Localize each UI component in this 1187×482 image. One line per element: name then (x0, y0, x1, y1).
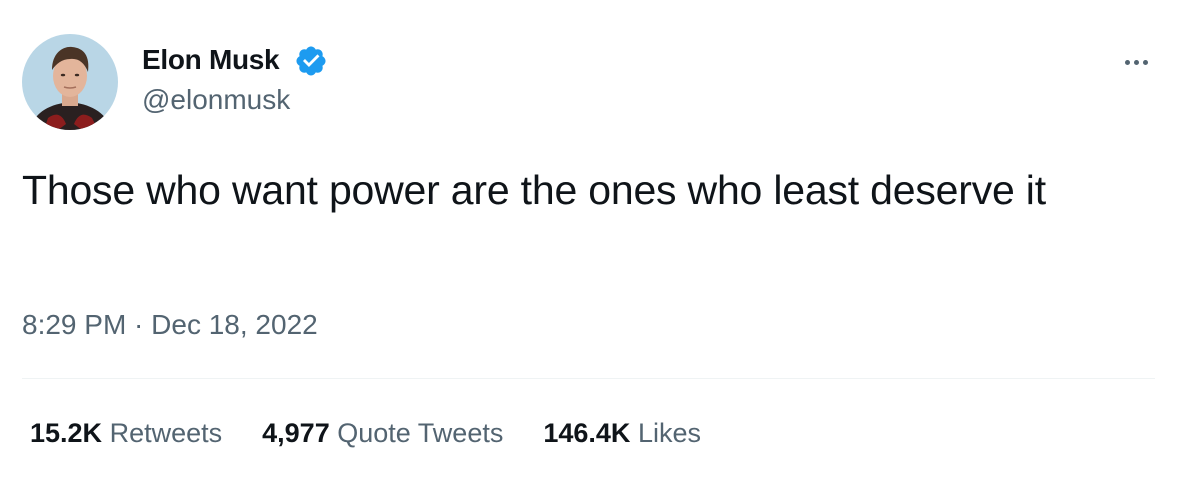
quote-tweets-stat[interactable]: 4,977 Quote Tweets (262, 416, 503, 450)
likes-stat[interactable]: 146.4K Likes (543, 416, 701, 450)
retweets-stat[interactable]: 15.2K Retweets (30, 416, 222, 450)
author-handle[interactable]: @elonmusk (142, 83, 290, 117)
more-horizontal-icon (1124, 59, 1130, 65)
likes-count: 146.4K (543, 418, 631, 448)
tweet-stats: 15.2K Retweets 4,977 Quote Tweets 146.4K… (30, 416, 741, 450)
more-dot (1142, 59, 1148, 65)
avatar-image (22, 34, 118, 130)
more-options-button[interactable] (1114, 44, 1158, 80)
more-dot (1133, 59, 1139, 65)
quote-tweets-count: 4,977 (262, 418, 330, 448)
divider (22, 378, 1155, 379)
retweets-count: 15.2K (30, 418, 103, 448)
tweet-text: Those who want power are the ones who le… (22, 167, 1046, 213)
retweets-label: Retweets (109, 418, 223, 448)
tweet-timestamp[interactable]: 8:29 PM · Dec 18, 2022 (22, 308, 318, 342)
likes-label: Likes (637, 418, 701, 448)
verified-badge-icon (294, 44, 328, 78)
tweet-card: Elon Musk @elonmusk Those who want power… (0, 0, 1187, 482)
avatar[interactable] (22, 34, 118, 130)
author-name[interactable]: Elon Musk (142, 43, 280, 77)
quote-tweets-label: Quote Tweets (337, 418, 504, 448)
